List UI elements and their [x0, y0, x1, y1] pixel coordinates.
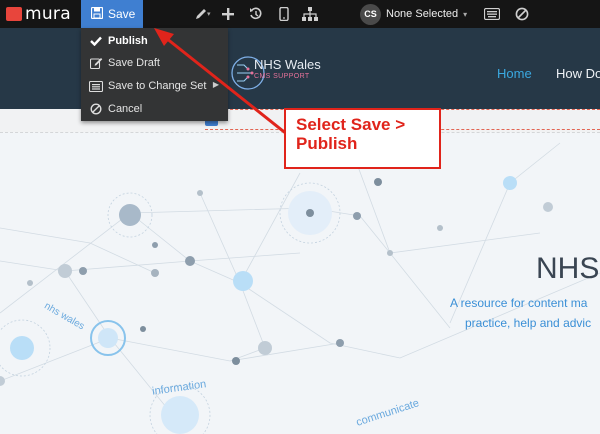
menu-item-save-draft[interactable]: Save Draft: [81, 52, 228, 74]
save-dropdown-menu: Publish Save Draft Save to Change Set ▶ …: [81, 28, 228, 121]
menu-item-label: Cancel: [108, 103, 143, 115]
save-button[interactable]: Save: [81, 0, 143, 28]
mura-logo-mark: [6, 7, 22, 21]
history-icon[interactable]: [248, 6, 264, 22]
chevron-down-icon: ▾: [463, 9, 468, 19]
site-logo-title: NHS Wales: [254, 57, 321, 72]
network-background: [0, 142, 600, 434]
change-set-badge: CS: [360, 3, 381, 25]
mobile-icon[interactable]: [276, 6, 292, 22]
save-button-label: Save: [108, 7, 136, 21]
list-icon: [89, 80, 103, 92]
change-set-selector[interactable]: CS None Selected ▾: [360, 3, 467, 25]
keyboard-icon[interactable]: [484, 6, 500, 22]
top-toolbar: mura Save ▾ CS None Selected ▾: [0, 0, 600, 28]
nav-how-do[interactable]: How Do: [556, 66, 600, 81]
nav-home[interactable]: Home: [497, 66, 532, 81]
menu-item-cancel[interactable]: Cancel: [81, 98, 228, 120]
menu-item-publish[interactable]: Publish: [81, 30, 228, 52]
menu-item-save-to-change-set[interactable]: Save to Change Set ▶: [81, 75, 228, 97]
mura-logo-text: mura: [25, 4, 71, 24]
edit-icon: [89, 57, 103, 69]
hero-tagline-line-2: practice, help and advic: [465, 316, 592, 330]
change-set-label: None Selected: [386, 8, 459, 20]
hero-tagline-line-1: A resource for content ma: [450, 296, 588, 310]
menu-item-label: Publish: [108, 35, 148, 47]
mura-logo[interactable]: mura: [6, 5, 71, 23]
plus-icon[interactable]: [220, 6, 236, 22]
menu-item-label: Save to Change Set: [108, 80, 207, 92]
check-icon: [89, 36, 103, 46]
callout-text: Select Save > Publish: [296, 115, 406, 153]
pencil-caret-icon[interactable]: ▾: [207, 10, 211, 18]
ban-icon: [89, 103, 103, 115]
chevron-right-icon: ▶: [212, 80, 219, 89]
floppy-disk-icon: [90, 6, 104, 22]
hero-title: NHS: [536, 252, 600, 285]
sitemap-icon[interactable]: [302, 6, 318, 22]
site-logo-subtitle: CMS SUPPORT: [254, 73, 310, 80]
menu-item-label: Save Draft: [108, 57, 160, 69]
ban-icon[interactable]: [514, 6, 530, 22]
hero-section: nhs wales information communicate NHS A …: [0, 133, 600, 434]
